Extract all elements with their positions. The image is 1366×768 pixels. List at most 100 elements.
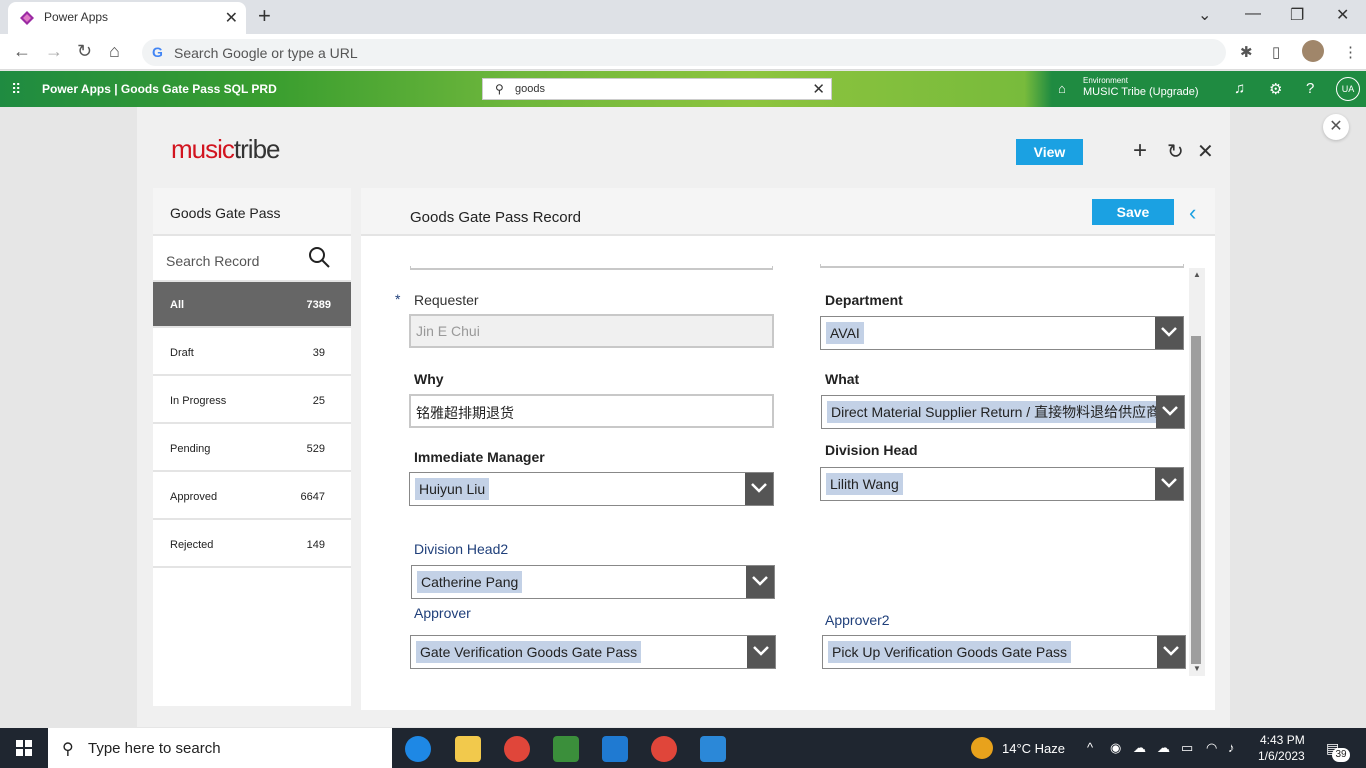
back-arrow-icon[interactable]: ← (13, 41, 31, 62)
division-head-value: Lilith Wang (826, 473, 903, 495)
division-head2-dropdown[interactable]: Catherine Pang (411, 565, 775, 599)
vscode-icon[interactable] (602, 736, 628, 762)
refresh-icon[interactable]: ↻ (1167, 139, 1184, 164)
previous-field-bottom (410, 266, 773, 270)
tray-app-icon[interactable]: ◉ (1110, 740, 1121, 756)
chevron-down-icon[interactable] (1155, 317, 1183, 349)
chevron-down-icon[interactable] (1155, 468, 1183, 500)
minimize-icon[interactable]: — (1245, 5, 1261, 23)
browser-menu-icon[interactable]: ⋮ (1343, 43, 1358, 61)
search-icon[interactable] (308, 246, 330, 268)
chevron-down-icon[interactable] (747, 636, 775, 668)
settings-icon[interactable]: ⚙ (1269, 80, 1282, 98)
omnibox[interactable]: G Search Google or type a URL (142, 39, 1226, 66)
sidebar-item-label: Pending (170, 443, 211, 455)
notification-count-badge: 39 (1332, 748, 1350, 762)
weather-icon[interactable] (971, 737, 993, 759)
approver-dropdown[interactable]: Gate Verification Goods Gate Pass (410, 635, 776, 669)
reload-icon[interactable]: ↻ (77, 41, 92, 62)
department-value: AVAI (826, 322, 864, 344)
scroll-down-icon[interactable]: ▼ (1193, 664, 1201, 673)
form-scrollbar[interactable]: ▲ ▼ (1189, 268, 1205, 676)
sidebar-item-label: Rejected (170, 539, 214, 551)
sidebar-item-draft[interactable]: Draft 39 (153, 330, 351, 376)
chevron-down-icon[interactable] (746, 566, 774, 598)
scroll-up-icon[interactable]: ▲ (1193, 270, 1201, 279)
file-explorer-icon[interactable] (455, 736, 481, 762)
search-icon: ⚲ (62, 741, 74, 758)
show-hidden-icons-icon[interactable]: ^ (1087, 740, 1093, 755)
browser-address-bar: ← → ↻ ⌂ G Search Google or type a URL ✱ … (0, 34, 1366, 70)
view-button[interactable]: View (1016, 139, 1083, 165)
side-panel-icon[interactable]: ▯ (1272, 43, 1280, 61)
sidebar-item-approved[interactable]: Approved 6647 (153, 474, 351, 520)
new-tab-icon[interactable]: + (258, 3, 271, 29)
photos-icon[interactable] (700, 736, 726, 762)
tab-search-icon[interactable]: ⌄ (1198, 5, 1211, 25)
spreadsheet-app-icon[interactable] (553, 736, 579, 762)
volume-icon[interactable]: ♪ (1228, 740, 1235, 755)
approver2-dropdown[interactable]: Pick Up Verification Goods Gate Pass (822, 635, 1186, 669)
logo-part-tribe: tribe (233, 134, 281, 164)
department-dropdown[interactable]: AVAI (820, 316, 1184, 350)
sidebar-item-pending[interactable]: Pending 529 (153, 426, 351, 472)
form-title: Goods Gate Pass Record (410, 209, 581, 226)
user-avatar[interactable]: UA (1336, 77, 1360, 101)
powerapps-favicon-icon (20, 11, 34, 25)
chevron-left-icon[interactable]: ‹ (1189, 200, 1196, 226)
close-icon[interactable]: ✕ (1197, 139, 1214, 164)
division-head-label: Division Head (825, 442, 918, 458)
sidebar-item-all[interactable]: All 7389 (153, 282, 351, 328)
musictribe-logo: musictribe (171, 134, 281, 165)
weather-text[interactable]: 14°C Haze (1002, 741, 1065, 756)
restore-icon[interactable]: ❐ (1290, 5, 1304, 25)
sidebar-item-rejected[interactable]: Rejected 149 (153, 522, 351, 568)
sidebar-item-in-progress[interactable]: In Progress 25 (153, 378, 351, 424)
tab-close-icon[interactable]: ✕ (225, 8, 238, 28)
window-close-icon[interactable]: ✕ (1336, 5, 1349, 25)
search-record-input[interactable]: Search Record (153, 236, 351, 282)
sidebar-item-label: Approved (170, 491, 218, 503)
windows-start-icon[interactable] (16, 740, 32, 756)
powerapps-search-input[interactable]: ⚲ goods ✕ (482, 78, 832, 100)
division-head2-value: Catherine Pang (417, 571, 523, 593)
division-head-dropdown[interactable]: Lilith Wang (820, 467, 1184, 501)
chevron-down-icon[interactable] (1156, 396, 1184, 428)
browser-tab[interactable]: Power Apps ✕ (8, 2, 246, 34)
scrollbar-thumb[interactable] (1191, 336, 1201, 664)
edge-icon[interactable] (405, 736, 431, 762)
app-launcher-icon[interactable]: ⠿ (11, 81, 21, 98)
department-label: Department (825, 292, 903, 308)
help-icon[interactable]: ? (1306, 80, 1314, 97)
forward-arrow-icon[interactable]: → (45, 41, 63, 62)
environment-name[interactable]: MUSIC Tribe (Upgrade) (1083, 86, 1199, 98)
taskbar-search-box[interactable]: ⚲ Type here to search (48, 728, 392, 768)
chrome-icon[interactable] (504, 736, 530, 762)
chevron-down-icon[interactable] (745, 473, 773, 505)
clock-time[interactable]: 4:43 PM (1260, 733, 1305, 747)
notifications-icon[interactable]: ♫ (1234, 80, 1245, 97)
add-icon[interactable]: + (1133, 137, 1147, 165)
what-dropdown[interactable]: Direct Material Supplier Return / 直接物料退给… (821, 395, 1185, 429)
close-app-icon[interactable]: ✕ (1323, 114, 1349, 140)
profile-avatar[interactable] (1302, 40, 1324, 62)
omnibox-placeholder: Search Google or type a URL (174, 45, 358, 61)
chevron-down-icon[interactable] (1157, 636, 1185, 668)
save-button[interactable]: Save (1092, 199, 1174, 225)
extensions-icon[interactable]: ✱ (1240, 43, 1253, 61)
record-sidebar: Goods Gate Pass Search Record All 7389 D… (153, 188, 351, 706)
required-marker: * (395, 291, 401, 307)
battery-icon[interactable]: ▭ (1181, 740, 1193, 756)
environment-label: Environment (1083, 76, 1128, 85)
approver-label: Approver (414, 605, 471, 621)
onedrive-icon[interactable]: ☁ (1133, 740, 1146, 756)
clock-date[interactable]: 1/6/2023 (1258, 749, 1305, 763)
home-icon[interactable]: ⌂ (109, 41, 120, 62)
immediate-manager-dropdown[interactable]: Huiyun Liu (409, 472, 774, 506)
clear-search-icon[interactable]: ✕ (812, 80, 825, 98)
sidebar-header: Goods Gate Pass (153, 188, 351, 236)
chrome-profile-icon[interactable] (651, 736, 677, 762)
cloud-icon[interactable]: ☁ (1157, 740, 1170, 756)
why-field[interactable]: 铭雅超排期退货 (409, 394, 774, 428)
wifi-icon[interactable]: ◠ (1206, 740, 1217, 756)
